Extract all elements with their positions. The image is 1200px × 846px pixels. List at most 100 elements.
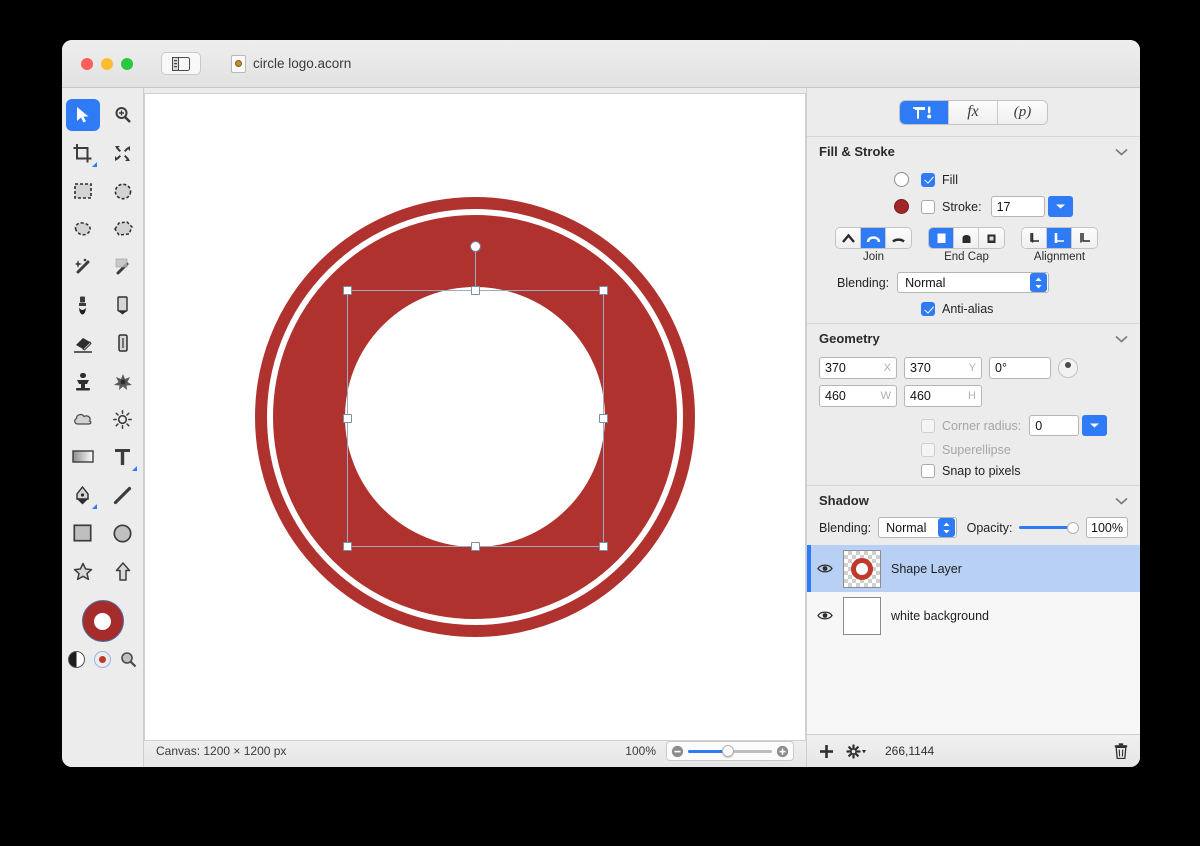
- shadow-blending-popup[interactable]: Normal: [878, 517, 957, 538]
- shadow-opacity-field[interactable]: 100%: [1086, 517, 1128, 538]
- corner-radius-checkbox[interactable]: [921, 418, 935, 433]
- chevron-down-icon[interactable]: [1115, 144, 1128, 159]
- tab-presets[interactable]: (p): [998, 100, 1047, 124]
- chevron-down-icon[interactable]: [1115, 331, 1128, 346]
- dodge-burn-tool[interactable]: [106, 403, 140, 435]
- stroke-color-swatch[interactable]: [894, 199, 909, 214]
- layer-row-shape-layer[interactable]: Shape Layer: [807, 545, 1140, 592]
- handle-bottom-left[interactable]: [343, 542, 352, 551]
- fill-checkbox[interactable]: [921, 172, 935, 187]
- chevron-down-icon[interactable]: [1115, 493, 1128, 508]
- layer-row-white-background[interactable]: white background: [807, 592, 1140, 639]
- alignment-inside-option[interactable]: [1022, 228, 1047, 248]
- star-tool[interactable]: [66, 555, 100, 587]
- stroke-checkbox[interactable]: [921, 199, 935, 214]
- shadow-opacity-slider[interactable]: [1019, 521, 1079, 534]
- pencil-tool[interactable]: [106, 289, 140, 321]
- section-fill-stroke-header[interactable]: Fill & Stroke: [807, 136, 1140, 166]
- tab-tool-options[interactable]: [900, 100, 949, 124]
- geometry-y-field[interactable]: 370 Y: [904, 357, 982, 379]
- zoom-tool[interactable]: [106, 99, 140, 131]
- join-round-option[interactable]: [861, 228, 886, 248]
- eraser-tool[interactable]: [66, 327, 100, 359]
- rotation-handle[interactable]: [470, 241, 481, 252]
- alignment-center-option[interactable]: [1047, 228, 1072, 248]
- ellipse-tool[interactable]: [106, 517, 140, 549]
- layer-name-label[interactable]: Shape Layer: [891, 562, 962, 576]
- eye-icon[interactable]: [817, 563, 833, 574]
- arrow-tool[interactable]: [106, 555, 140, 587]
- zoom-slider-knob[interactable]: [722, 745, 735, 757]
- zoom-in-icon[interactable]: [776, 745, 789, 758]
- brush-tool[interactable]: [66, 289, 100, 321]
- join-miter-option[interactable]: [836, 228, 861, 248]
- palette-icon[interactable]: [94, 651, 111, 668]
- minimize-button[interactable]: [101, 57, 113, 70]
- polygon-lasso-tool[interactable]: [106, 213, 140, 245]
- zoom-button[interactable]: [121, 57, 133, 70]
- text-tool[interactable]: [106, 441, 140, 473]
- rectangle-tool[interactable]: [66, 517, 100, 549]
- magic-wand-tool[interactable]: [66, 251, 100, 283]
- stroke-width-field[interactable]: 17: [990, 196, 1045, 217]
- snap-to-pixels-checkbox[interactable]: [921, 464, 935, 478]
- tab-filters[interactable]: fx: [949, 100, 998, 124]
- section-geometry-header[interactable]: Geometry: [807, 323, 1140, 353]
- blending-popup[interactable]: Normal: [897, 272, 1050, 293]
- instant-alpha-tool[interactable]: [106, 251, 140, 283]
- clone-stamp-tool[interactable]: [66, 365, 100, 397]
- move-tool[interactable]: [65, 99, 100, 131]
- zoom-slider-track[interactable]: [688, 745, 772, 757]
- zoom-slider[interactable]: [666, 741, 794, 761]
- corner-radius-field[interactable]: 0: [1029, 415, 1080, 436]
- handle-bottom-center[interactable]: [471, 542, 480, 551]
- handle-top-left[interactable]: [343, 286, 352, 295]
- geometry-rotation-field[interactable]: 0°: [989, 357, 1051, 379]
- line-tool[interactable]: [106, 479, 140, 511]
- eye-icon[interactable]: [817, 610, 833, 621]
- join-bevel-option[interactable]: [886, 228, 911, 248]
- geometry-x-field[interactable]: 370 X: [819, 357, 897, 379]
- close-button[interactable]: [81, 57, 93, 70]
- layer-name-label[interactable]: white background: [891, 609, 989, 623]
- alignment-outside-option[interactable]: [1072, 228, 1097, 248]
- end-cap-square-option[interactable]: [979, 228, 1004, 248]
- superellipse-checkbox[interactable]: [921, 443, 935, 457]
- transform-tool[interactable]: [106, 137, 140, 169]
- shadow-opacity-knob[interactable]: [1067, 521, 1079, 534]
- end-cap-butt-option[interactable]: [929, 228, 954, 248]
- document-title[interactable]: circle logo.acorn: [231, 54, 351, 73]
- default-colors-icon[interactable]: [68, 651, 85, 668]
- geometry-h-field[interactable]: 460 H: [904, 385, 982, 407]
- stroke-width-stepper[interactable]: [1047, 196, 1073, 217]
- gradient-tool[interactable]: [66, 441, 100, 473]
- canvas-area[interactable]: [144, 93, 806, 741]
- lasso-tool[interactable]: [66, 213, 100, 245]
- blemish-tool[interactable]: [106, 365, 140, 397]
- section-shadow-header[interactable]: Shadow: [807, 485, 1140, 515]
- rectangular-select-tool[interactable]: [66, 175, 100, 207]
- fill-color-swatch[interactable]: [894, 172, 909, 187]
- rotation-knob[interactable]: [1058, 358, 1078, 378]
- zoom-out-icon[interactable]: [671, 745, 684, 758]
- elliptical-select-tool[interactable]: [106, 175, 140, 207]
- color-well[interactable]: [81, 600, 124, 642]
- blur-tool[interactable]: [66, 403, 100, 435]
- corner-radius-stepper[interactable]: [1082, 415, 1108, 436]
- bezier-pen-tool[interactable]: [66, 479, 100, 511]
- handle-middle-left[interactable]: [343, 414, 352, 423]
- handle-top-right[interactable]: [599, 286, 608, 295]
- handle-top-center[interactable]: [471, 286, 480, 295]
- geometry-w-field[interactable]: 460 W: [819, 385, 897, 407]
- handle-bottom-right[interactable]: [599, 542, 608, 551]
- end-cap-round-option[interactable]: [954, 228, 979, 248]
- handle-middle-right[interactable]: [599, 414, 608, 423]
- antialias-checkbox[interactable]: [921, 302, 935, 316]
- smudge-tool[interactable]: [106, 327, 140, 359]
- crop-tool[interactable]: [66, 137, 100, 169]
- sidebar-toggle-button[interactable]: [161, 52, 201, 75]
- color-picker-icon[interactable]: [120, 651, 137, 668]
- layer-settings-button[interactable]: [846, 744, 867, 759]
- delete-layer-button[interactable]: [1114, 743, 1128, 759]
- add-layer-button[interactable]: [819, 744, 834, 759]
